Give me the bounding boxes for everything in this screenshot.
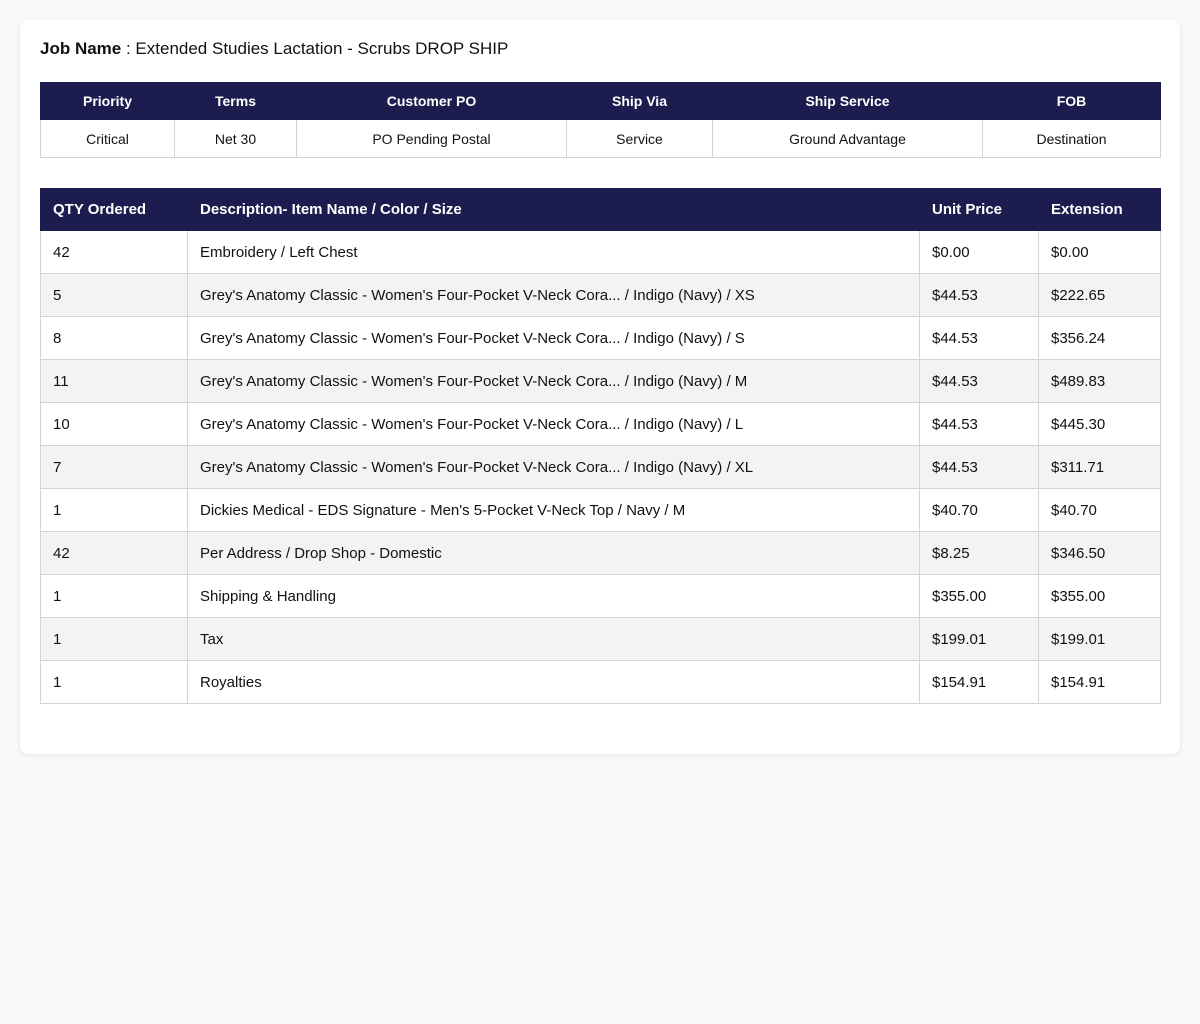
qty-cell: 11 <box>40 359 188 403</box>
extension-cell: $222.65 <box>1038 273 1161 317</box>
job-name-separator: : <box>121 39 136 58</box>
ship-service-value: Ground Advantage <box>712 119 983 158</box>
description-header: Description- Item Name / Color / Size <box>187 188 920 231</box>
table-row: 42 Per Address / Drop Shop - Domestic $8… <box>40 531 1161 575</box>
priority-header: Priority <box>40 82 175 120</box>
description-cell: Grey's Anatomy Classic - Women's Four-Po… <box>187 273 920 317</box>
ship-via-value: Service <box>566 119 713 158</box>
table-row: 11 Grey's Anatomy Classic - Women's Four… <box>40 359 1161 403</box>
ship-service-header: Ship Service <box>712 82 983 120</box>
qty-cell: 1 <box>40 617 188 661</box>
qty-cell: 42 <box>40 230 188 274</box>
description-cell: Tax <box>187 617 920 661</box>
table-row: 5 Grey's Anatomy Classic - Women's Four-… <box>40 273 1161 317</box>
unit-price-header: Unit Price <box>919 188 1039 231</box>
job-name-line: Job Name : Extended Studies Lactation - … <box>40 38 1160 60</box>
unit-price-cell: $8.25 <box>919 531 1039 575</box>
qty-cell: 1 <box>40 488 188 532</box>
fob-value: Destination <box>982 119 1161 158</box>
table-row: 1 Tax $199.01 $199.01 <box>40 617 1161 661</box>
unit-price-cell: $199.01 <box>919 617 1039 661</box>
table-row: 42 Embroidery / Left Chest $0.00 $0.00 <box>40 230 1161 274</box>
table-row: 8 Grey's Anatomy Classic - Women's Four-… <box>40 316 1161 360</box>
qty-cell: 10 <box>40 402 188 446</box>
table-row: 10 Grey's Anatomy Classic - Women's Four… <box>40 402 1161 446</box>
order-info-header-row: Priority Terms Customer PO Ship Via Ship… <box>40 82 1161 120</box>
description-cell: Grey's Anatomy Classic - Women's Four-Po… <box>187 359 920 403</box>
unit-price-cell: $44.53 <box>919 445 1039 489</box>
order-info-values-row: Critical Net 30 PO Pending Postal Servic… <box>40 119 1161 158</box>
extension-cell: $40.70 <box>1038 488 1161 532</box>
order-card: Job Name : Extended Studies Lactation - … <box>20 20 1180 754</box>
ship-via-header: Ship Via <box>566 82 713 120</box>
priority-value: Critical <box>40 119 175 158</box>
customer-po-header: Customer PO <box>296 82 567 120</box>
qty-ordered-header: QTY Ordered <box>40 188 188 231</box>
line-items-table: QTY Ordered Description- Item Name / Col… <box>40 188 1161 704</box>
description-cell: Per Address / Drop Shop - Domestic <box>187 531 920 575</box>
table-row: 1 Dickies Medical - EDS Signature - Men'… <box>40 488 1161 532</box>
extension-cell: $199.01 <box>1038 617 1161 661</box>
qty-cell: 5 <box>40 273 188 317</box>
extension-cell: $356.24 <box>1038 316 1161 360</box>
extension-cell: $346.50 <box>1038 531 1161 575</box>
unit-price-cell: $355.00 <box>919 574 1039 618</box>
qty-cell: 7 <box>40 445 188 489</box>
job-name-label: Job Name <box>40 39 122 58</box>
terms-value: Net 30 <box>174 119 297 158</box>
description-cell: Grey's Anatomy Classic - Women's Four-Po… <box>187 445 920 489</box>
extension-cell: $0.00 <box>1038 230 1161 274</box>
extension-cell: $355.00 <box>1038 574 1161 618</box>
unit-price-cell: $44.53 <box>919 359 1039 403</box>
unit-price-cell: $40.70 <box>919 488 1039 532</box>
description-cell: Embroidery / Left Chest <box>187 230 920 274</box>
description-cell: Grey's Anatomy Classic - Women's Four-Po… <box>187 316 920 360</box>
unit-price-cell: $0.00 <box>919 230 1039 274</box>
unit-price-cell: $44.53 <box>919 273 1039 317</box>
job-name-value: Extended Studies Lactation - Scrubs DROP… <box>135 39 509 58</box>
terms-header: Terms <box>174 82 297 120</box>
qty-cell: 1 <box>40 574 188 618</box>
unit-price-cell: $154.91 <box>919 660 1039 704</box>
description-cell: Dickies Medical - EDS Signature - Men's … <box>187 488 920 532</box>
qty-cell: 8 <box>40 316 188 360</box>
table-row: 1 Royalties $154.91 $154.91 <box>40 660 1161 704</box>
extension-header: Extension <box>1038 188 1161 231</box>
qty-cell: 1 <box>40 660 188 704</box>
extension-cell: $154.91 <box>1038 660 1161 704</box>
unit-price-cell: $44.53 <box>919 402 1039 446</box>
fob-header: FOB <box>982 82 1161 120</box>
extension-cell: $311.71 <box>1038 445 1161 489</box>
description-cell: Royalties <box>187 660 920 704</box>
description-cell: Shipping & Handling <box>187 574 920 618</box>
table-row: 1 Shipping & Handling $355.00 $355.00 <box>40 574 1161 618</box>
customer-po-value: PO Pending Postal <box>296 119 567 158</box>
extension-cell: $489.83 <box>1038 359 1161 403</box>
line-items-header-row: QTY Ordered Description- Item Name / Col… <box>40 188 1161 231</box>
order-info-table: Priority Terms Customer PO Ship Via Ship… <box>40 82 1161 158</box>
unit-price-cell: $44.53 <box>919 316 1039 360</box>
qty-cell: 42 <box>40 531 188 575</box>
extension-cell: $445.30 <box>1038 402 1161 446</box>
description-cell: Grey's Anatomy Classic - Women's Four-Po… <box>187 402 920 446</box>
table-row: 7 Grey's Anatomy Classic - Women's Four-… <box>40 445 1161 489</box>
